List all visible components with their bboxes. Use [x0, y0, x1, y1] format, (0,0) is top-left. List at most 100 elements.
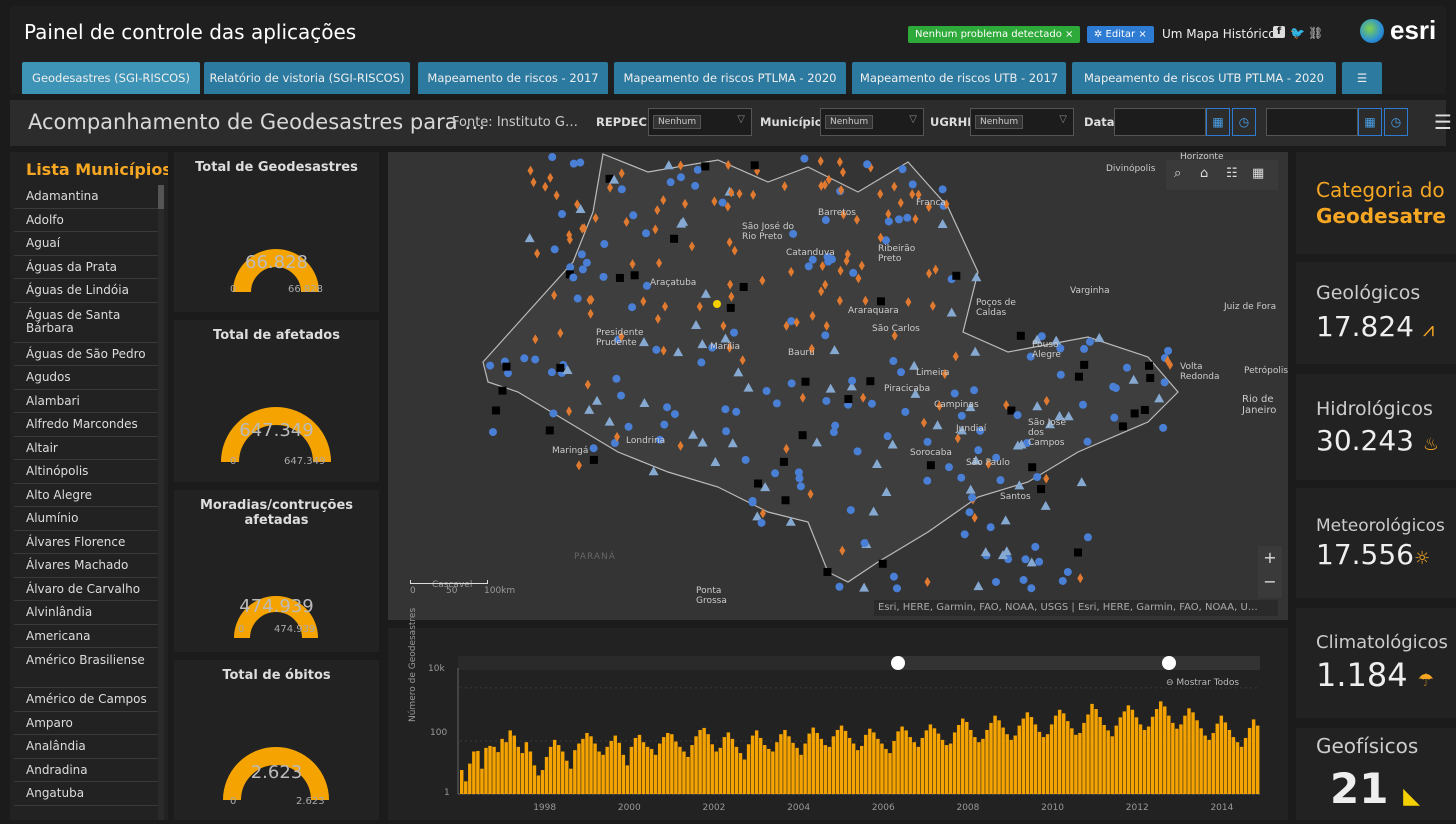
map-point — [1164, 346, 1173, 355]
map-point — [739, 282, 748, 291]
date-start-input[interactable] — [1114, 108, 1206, 136]
list-item[interactable]: Américo Brasiliense — [14, 648, 158, 688]
list-item[interactable]: Águas de Santa Bárbara — [14, 303, 158, 343]
list-item[interactable]: Alto Alegre — [14, 484, 158, 507]
list-item[interactable]: Álvares Machado — [14, 554, 158, 578]
tab-mapeamento-utb-ptlma-2020[interactable]: Mapeamento de riscos UTB PTLMA - 2020 — [1072, 62, 1336, 94]
x-tick-label: 2004 — [787, 803, 810, 813]
menu-icon[interactable]: ☰ — [1434, 110, 1452, 134]
category-card-geologicos[interactable]: Geológicos 17.824 ⩘ — [1296, 262, 1456, 364]
list-item[interactable]: Adolfo — [14, 209, 158, 232]
histogram-bar — [843, 730, 848, 794]
list-item[interactable]: Agudos — [14, 366, 158, 390]
list-item[interactable]: Alumínio — [14, 507, 158, 531]
tab-mapeamento-2017[interactable]: Mapeamento de riscos - 2017 — [418, 62, 608, 94]
tab-mapeamento-ptlma-2020[interactable]: Mapeamento de riscos PTLMA - 2020 — [614, 62, 846, 94]
zoom-in-button[interactable]: + — [1258, 548, 1282, 567]
time-histogram-panel: 1998 2000 2002 2004 2006 2008 2010 2012 2014 Núm… — [388, 608, 1288, 820]
histogram-bar — [552, 739, 557, 794]
status-badge[interactable]: Nenhum problema detectado × — [908, 26, 1081, 43]
clock-icon[interactable]: ◷ — [1232, 108, 1256, 136]
search-icon[interactable]: ⌕ — [1174, 166, 1181, 181]
map-view[interactable]: Divinópolis Horizonte Barretos Franca Sã… — [388, 152, 1288, 620]
list-item[interactable]: Altinópolis — [14, 460, 158, 484]
histogram-bar — [1062, 713, 1066, 794]
list-item[interactable]: Andradina — [14, 759, 158, 782]
histogram-bar — [811, 727, 815, 794]
category-card-geofisicos[interactable]: Geofísicos 21 ◣ — [1296, 728, 1456, 820]
basemap-icon[interactable]: ▦ — [1252, 166, 1264, 181]
map-label: Sorocaba — [910, 448, 952, 458]
list-item[interactable]: Álvaro de Carvalho — [14, 578, 158, 601]
histogram-bar — [577, 743, 581, 794]
tab-mapeamento-utb-2017[interactable]: Mapeamento de riscos UTB - 2017 — [852, 62, 1066, 94]
time-histogram[interactable]: 1998 2000 2002 2004 2006 2008 2010 2012 2014 — [388, 628, 1288, 820]
histogram-bar — [1171, 722, 1175, 794]
list-item[interactable]: Alfredo Marcondes — [14, 413, 158, 437]
tab-relatorio-vistoria[interactable]: Relatório de vistoria (SGI-RISCOS) — [204, 62, 410, 94]
histogram-bar — [1187, 708, 1191, 794]
map-point — [615, 273, 624, 282]
storm-sun-icon: ☼ — [1413, 548, 1431, 569]
list-item[interactable]: Angatuba — [14, 782, 158, 806]
map-point — [666, 178, 675, 187]
list-item[interactable]: Aguaí — [14, 232, 158, 256]
category-card-meteorologicos[interactable]: Meteorológicos 17.556☼ — [1296, 488, 1456, 598]
list-item[interactable]: Analândia — [14, 735, 158, 759]
category-card-hidrologicos[interactable]: Hidrológicos 30.243 ♨ — [1296, 374, 1456, 480]
map-point — [794, 468, 803, 477]
histogram-bar — [641, 742, 646, 794]
municipio-scrollbar[interactable] — [158, 185, 164, 820]
time-slider-handle-end — [1162, 656, 1176, 670]
histogram-bar — [698, 729, 702, 794]
link-icon[interactable]: ⛓ — [1308, 26, 1323, 40]
list-item[interactable]: Américo de Campos — [14, 688, 158, 712]
map-label: Marília — [710, 342, 740, 352]
scroll-thumb[interactable] — [158, 185, 164, 209]
histogram-bar — [997, 720, 1001, 794]
map-point — [950, 389, 959, 398]
list-item[interactable]: Altair — [14, 437, 158, 460]
tab-list-icon[interactable]: ☰ — [1342, 62, 1382, 94]
list-item[interactable]: Alvinlândia — [14, 601, 158, 625]
home-icon[interactable]: ⌂ — [1200, 166, 1208, 181]
list-item[interactable]: Adamantina — [14, 185, 158, 209]
edit-button[interactable]: ✲ Editar × — [1087, 26, 1154, 43]
map-title-link[interactable]: Um Mapa Histórico — [1162, 27, 1276, 41]
list-item[interactable]: Álvares Florence — [14, 531, 158, 554]
list-item[interactable]: Águas da Prata — [14, 256, 158, 279]
zoom-out-button[interactable]: − — [1258, 572, 1282, 591]
histogram-bar — [880, 743, 884, 794]
histogram-bar — [936, 733, 941, 794]
esri-logo-text: esri — [1390, 15, 1437, 45]
list-item[interactable]: Americana — [14, 625, 158, 648]
show-all-button[interactable]: ⊖ Mostrar Todos — [1166, 678, 1239, 688]
calendar-icon[interactable]: ▦ — [1206, 108, 1230, 136]
gauge-min: 0 — [238, 624, 245, 635]
tab-geodesastres[interactable]: Geodesastres (SGI-RISCOS) — [22, 62, 200, 94]
map-canvas[interactable] — [388, 152, 1288, 620]
gauge-card-obitos: Total de óbitos 2.623 0 2.623 — [174, 660, 379, 820]
twitter-icon[interactable]: 🐦 — [1290, 26, 1305, 40]
list-item[interactable]: Águas de Lindóia — [14, 279, 158, 303]
municipio-select[interactable]: Nenhum ▽ — [820, 108, 924, 136]
histogram-bar — [686, 756, 690, 794]
map-point — [573, 294, 582, 303]
ugrhi-select[interactable]: Nenhum ▽ — [970, 108, 1074, 136]
repdec-select[interactable]: Nenhum ▽ — [648, 108, 752, 136]
gauge-title: Moradias/contruções afetadas — [199, 498, 354, 528]
list-item[interactable]: Águas de São Pedro — [14, 343, 158, 366]
legend-icon[interactable]: ☷ — [1226, 166, 1238, 181]
histogram-bar — [714, 751, 718, 794]
facebook-icon[interactable]: f — [1273, 26, 1285, 38]
map-point — [1140, 405, 1149, 414]
list-item[interactable]: Amparo — [14, 712, 158, 735]
list-item[interactable]: Alambari — [14, 390, 158, 413]
map-point — [945, 463, 954, 472]
histogram-bar — [775, 742, 779, 794]
calendar-icon[interactable]: ▦ — [1358, 108, 1382, 136]
category-card-climatologicos[interactable]: Climatológicos 1.184 ☂ — [1296, 608, 1456, 718]
gauge-value: 474.939 — [239, 596, 314, 617]
clock-icon[interactable]: ◷ — [1384, 108, 1408, 136]
date-end-input[interactable] — [1266, 108, 1358, 136]
